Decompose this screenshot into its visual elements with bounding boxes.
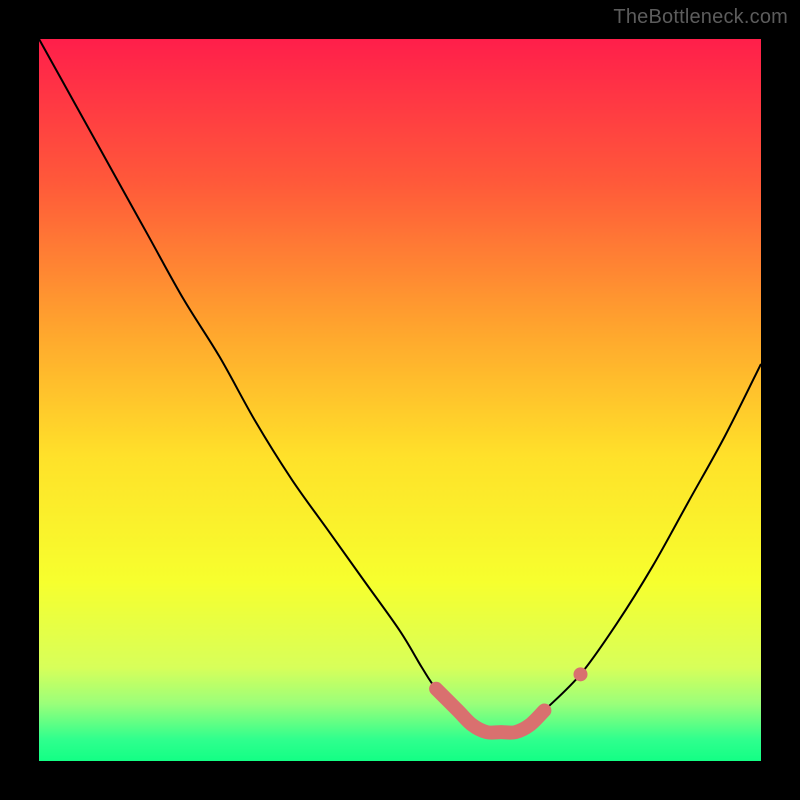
highlight-path <box>436 689 544 733</box>
watermark-text: TheBottleneck.com <box>613 6 788 29</box>
chart-svg <box>39 39 761 761</box>
highlight-end-dot <box>574 667 588 681</box>
bottleneck-curve-path <box>39 39 761 733</box>
chart-frame <box>7 7 793 793</box>
